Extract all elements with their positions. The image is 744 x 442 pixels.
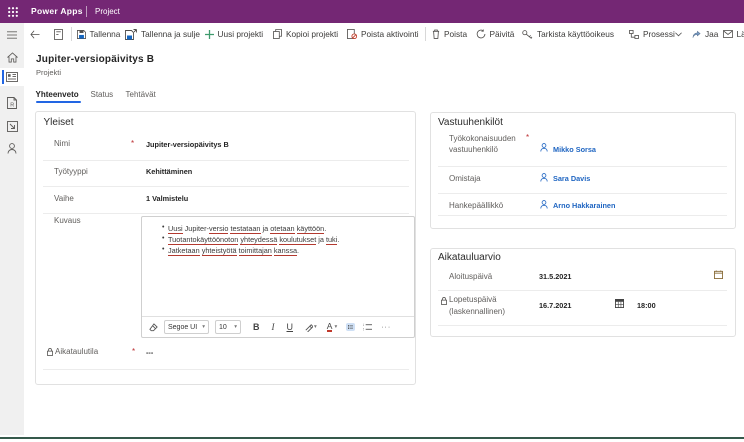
svg-text:1: 1 — [363, 323, 364, 327]
svg-text:2: 2 — [363, 328, 364, 331]
svg-text:R: R — [10, 103, 14, 109]
